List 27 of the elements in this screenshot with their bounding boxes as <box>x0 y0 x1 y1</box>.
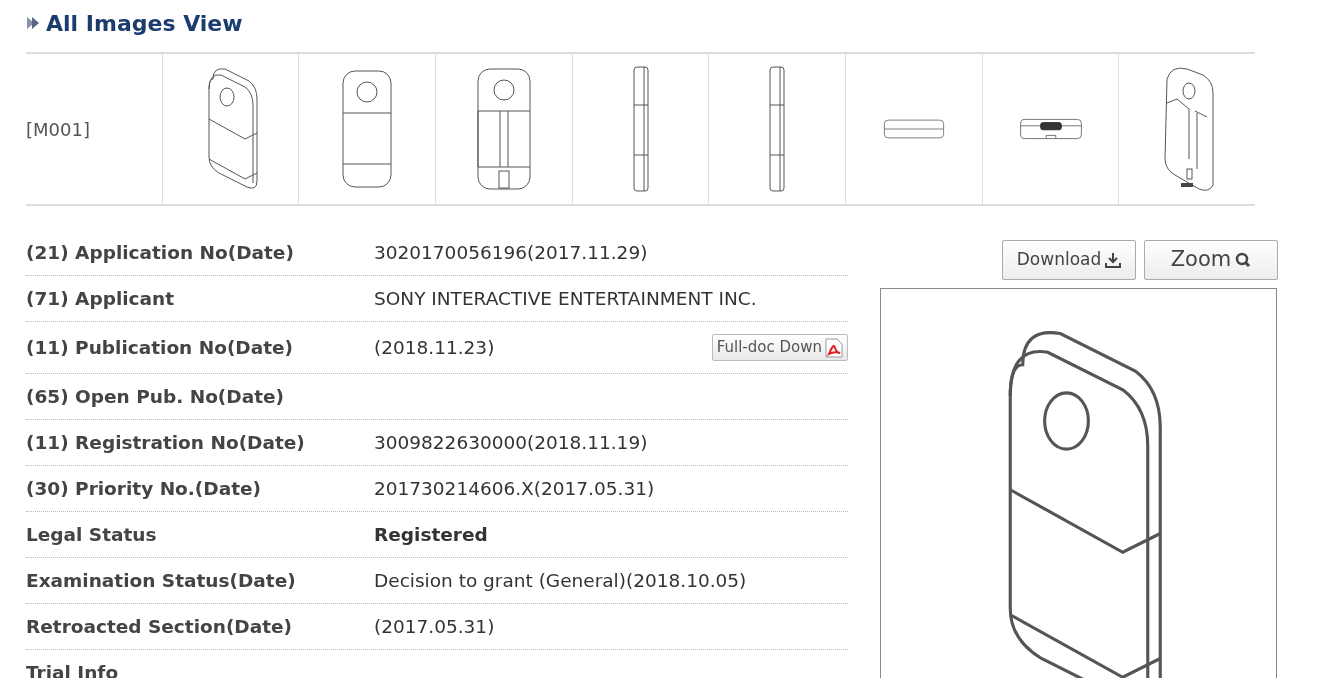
field-value: Decision to grant (General)(2018.10.05) <box>374 568 747 593</box>
field-value: (2018.11.23) <box>374 335 495 360</box>
download-icon <box>1105 251 1122 268</box>
field-label: (71) Applicant <box>26 286 176 311</box>
field-label: Trial Info <box>26 660 120 678</box>
model-label: [M001] <box>26 117 90 142</box>
zoom-button[interactable]: Zoom <box>1144 240 1278 280</box>
section-title: All Images View <box>46 9 243 38</box>
field-label: (21) Application No(Date) <box>26 240 295 265</box>
download-button[interactable]: Download <box>1002 240 1136 280</box>
arrow-icon <box>26 15 40 31</box>
field-label: Examination Status(Date) <box>26 568 297 593</box>
field-value: 3009822630000(2018.11.19) <box>374 430 648 455</box>
field-value: (2017.05.31) <box>374 614 495 639</box>
field-value: SONY INTERACTIVE ENTERTAINMENT INC. <box>374 286 757 311</box>
field-label: (65) Open Pub. No(Date) <box>26 384 285 409</box>
field-label: (11) Registration No(Date) <box>26 430 306 455</box>
field-value: 3020170056196(2017.11.29) <box>374 240 648 265</box>
field-label: (11) Publication No(Date) <box>26 335 295 360</box>
field-value: 201730214606.X(2017.05.31) <box>374 476 655 501</box>
field-label: Legal Status <box>26 522 158 547</box>
pdf-icon <box>825 337 843 358</box>
field-value: Registered <box>374 522 488 547</box>
search-icon <box>1235 251 1252 268</box>
field-label: (30) Priority No.(Date) <box>26 476 262 501</box>
full-doc-download-button[interactable]: Full-doc Down <box>711 334 848 361</box>
field-label: Retroacted Section(Date) <box>26 614 294 639</box>
